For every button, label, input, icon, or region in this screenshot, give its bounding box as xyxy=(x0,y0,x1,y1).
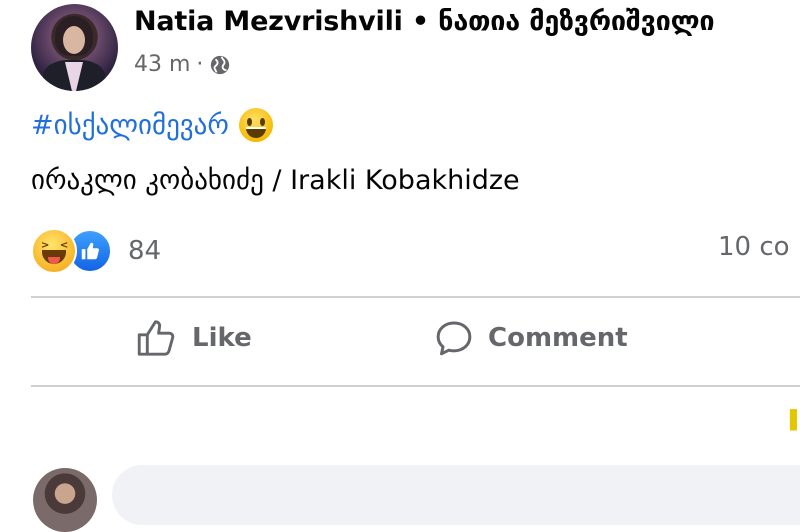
author-avatar[interactable] xyxy=(31,4,118,91)
speech-bubble-icon xyxy=(436,321,472,356)
post-meta: 43 m · xyxy=(134,52,231,77)
thumbs-up-icon xyxy=(137,320,175,356)
avatar-face xyxy=(63,26,85,54)
author-name[interactable]: Natia Mezvrishvili • ნათია მეზვრიშვილი xyxy=(134,6,715,37)
like-button[interactable]: Like xyxy=(136,318,252,358)
post-text: ირაკლი კობახიძე / Irakli Kobakhidze xyxy=(31,165,520,196)
comment-input[interactable] xyxy=(112,465,800,525)
post-hashtag-line: #ისქალიმევარ xyxy=(31,108,273,142)
comments-count-link[interactable]: 10 co xyxy=(718,232,790,262)
haha-reaction-icon: > < xyxy=(31,228,77,274)
comment-button[interactable]: Comment xyxy=(434,318,628,358)
comment-label: Comment xyxy=(488,323,628,353)
divider-top xyxy=(31,296,800,298)
post-time[interactable]: 43 m xyxy=(134,52,190,77)
globe-icon[interactable] xyxy=(209,54,231,76)
divider-bottom xyxy=(31,385,800,387)
partial-edge-icon: ▌ xyxy=(790,410,800,431)
meta-separator: · xyxy=(196,52,204,77)
reaction-count: 84 xyxy=(128,236,162,266)
reaction-summary[interactable]: > < 84 xyxy=(31,228,161,274)
commenter-avatar[interactable] xyxy=(33,468,97,532)
hashtag-link[interactable]: #ისქალიმევარ xyxy=(31,110,229,141)
like-label: Like xyxy=(192,323,252,353)
grinning-face-emoji-icon xyxy=(238,108,273,142)
